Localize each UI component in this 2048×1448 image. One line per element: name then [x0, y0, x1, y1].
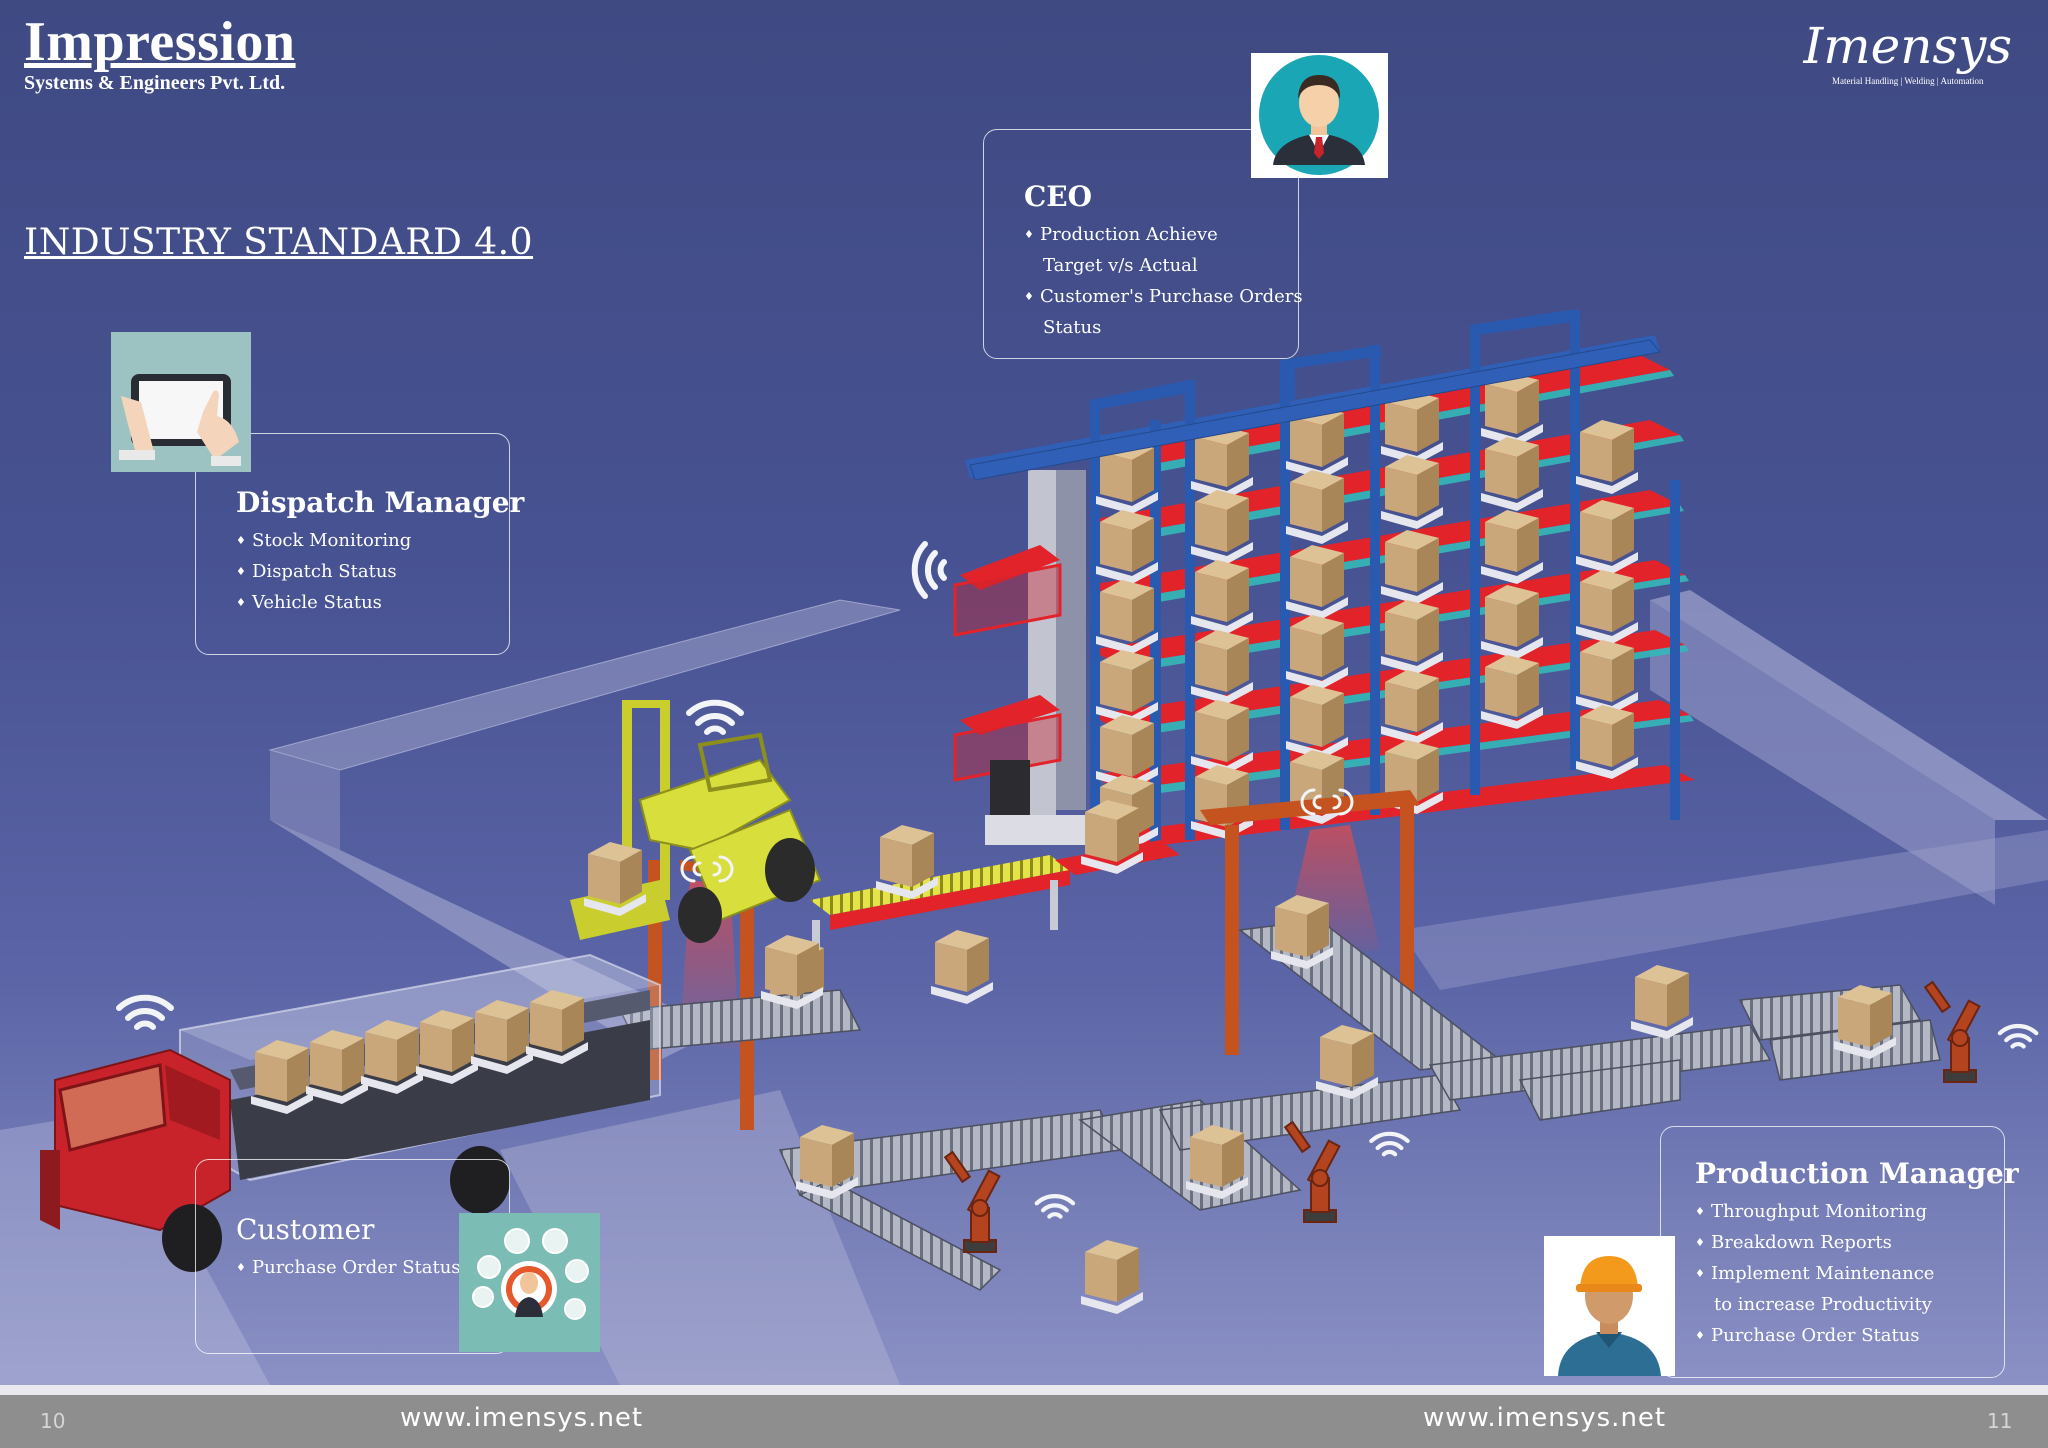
dispatch-list: Stock Monitoring Dispatch Status Vehicle… — [236, 525, 524, 618]
company-name: Impression — [24, 11, 296, 73]
ceo-list: Production AchieveTarget v/s Actual Cust… — [1024, 219, 1303, 343]
list-item-continuation: Target v/s Actual — [1043, 255, 1198, 276]
website-link-left[interactable]: www.imensys.net — [400, 1403, 643, 1433]
list-item: Implement Maintenanceto increase Product… — [1695, 1258, 2019, 1320]
website-link-right[interactable]: www.imensys.net — [1423, 1403, 1666, 1433]
production-manager-title: Production Manager — [1695, 1157, 2019, 1190]
list-item: Production AchieveTarget v/s Actual — [1024, 219, 1303, 281]
list-item: Stock Monitoring — [236, 525, 524, 556]
company-brand: Impression Systems & Engineers Pvt. Ltd. — [24, 10, 296, 95]
page-heading: INDUSTRY STANDARD 4.0 — [24, 222, 534, 263]
list-item: Breakdown Reports — [1695, 1227, 2019, 1258]
list-item: Purchase Order Status — [236, 1252, 461, 1283]
page-number-right: 11 — [1987, 1409, 2013, 1433]
customer-title: Customer — [236, 1213, 375, 1246]
customer-list: Purchase Order Status — [236, 1252, 461, 1283]
company-subtitle: Systems & Engineers Pvt. Ltd. — [24, 72, 286, 94]
list-item: Dispatch Status — [236, 556, 524, 587]
ceo-avatar-icon — [1251, 53, 1388, 178]
logo-tagline: Material Handling | Welding | Automation — [1832, 76, 1984, 86]
list-item: Purchase Order Status — [1695, 1320, 2019, 1351]
logo-wordmark: Imensys — [1803, 17, 2012, 75]
list-item: Customer's Purchase OrdersStatus — [1024, 281, 1303, 343]
production-list: Throughput Monitoring Breakdown Reports … — [1695, 1196, 2019, 1351]
list-item-continuation: to increase Productivity — [1714, 1294, 1932, 1315]
tablet-icon — [111, 332, 251, 472]
page-number-left: 10 — [40, 1409, 66, 1433]
production-manager-card: Production Manager Throughput Monitoring… — [1660, 1126, 2019, 1378]
ceo-title: CEO — [1024, 180, 1093, 213]
forklift — [570, 700, 822, 943]
imensys-logo: Imensys Material Handling | Welding | Au… — [1803, 14, 2012, 86]
dispatch-manager-title: Dispatch Manager — [236, 486, 525, 519]
worker-avatar-icon — [1544, 1236, 1675, 1376]
footer-bar: 10 www.imensys.net www.imensys.net 11 — [0, 1385, 2048, 1448]
customer-network-icon — [459, 1213, 600, 1352]
list-item: Throughput Monitoring — [1695, 1196, 2019, 1227]
list-item: Vehicle Status — [236, 587, 524, 618]
list-item-continuation: Status — [1043, 317, 1102, 338]
